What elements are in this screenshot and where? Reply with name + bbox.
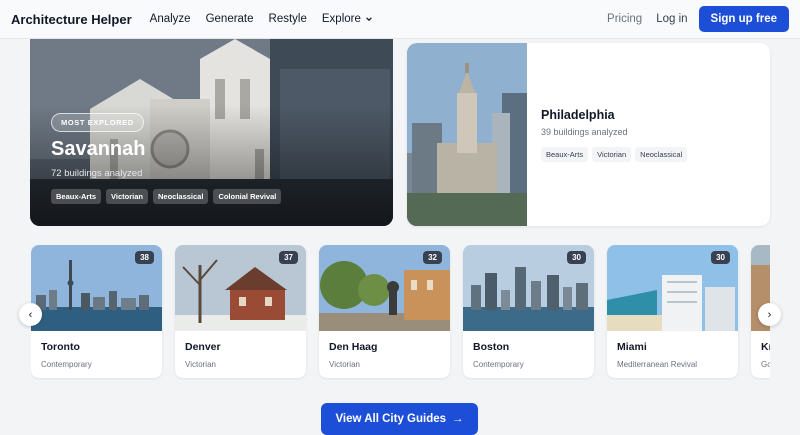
nav-analyze[interactable]: Analyze xyxy=(150,13,191,25)
brand-logo[interactable]: Architecture Helper xyxy=(11,12,132,27)
featured-title: Savannah xyxy=(51,138,146,160)
view-all-label: View All City Guides xyxy=(335,413,447,425)
city-name: Boston xyxy=(473,341,510,353)
nav-right: Pricing Log in Sign up free xyxy=(607,6,789,32)
city-style: Contemporary xyxy=(473,360,524,369)
nav-explore-label: Explore xyxy=(321,13,361,25)
secondary-tags: Beaux-Arts Victorian Neoclassical xyxy=(541,147,688,162)
building-count-badge: 30 xyxy=(711,251,730,264)
philadelphia-city-hall-image xyxy=(407,43,527,226)
nav-explore[interactable]: Explore xyxy=(322,13,373,25)
view-all-city-guides-button[interactable]: View All City Guides → xyxy=(321,403,478,435)
city-card-boston[interactable]: 30 Boston Contemporary xyxy=(463,245,594,378)
style-tag: Colonial Revival xyxy=(213,189,282,204)
chevron-left-icon: ‹ xyxy=(28,308,33,321)
style-tag: Victorian xyxy=(592,147,632,162)
style-tag: Neoclassical xyxy=(152,189,209,204)
city-card-toronto[interactable]: 38 Toronto Contemporary xyxy=(31,245,162,378)
style-tag: Beaux-Arts xyxy=(541,147,589,162)
city-style: Go xyxy=(761,360,770,369)
top-nav: Architecture Helper Analyze Generate Res… xyxy=(0,0,800,39)
building-count-badge: 30 xyxy=(567,251,586,264)
building-count-badge: 37 xyxy=(279,251,298,264)
style-tag: Victorian xyxy=(106,189,148,204)
most-explored-badge: MOST EXPLORED xyxy=(51,113,144,132)
city-name: Den Haag xyxy=(329,341,378,353)
city-style: Contemporary xyxy=(41,360,92,369)
building-count-badge: 32 xyxy=(423,251,442,264)
nav-login[interactable]: Log in xyxy=(656,13,687,25)
city-name: Denver xyxy=(185,341,221,353)
nav-generate[interactable]: Generate xyxy=(206,13,254,25)
secondary-title: Philadelphia xyxy=(541,108,615,122)
city-card-denver[interactable]: 37 Denver Victorian xyxy=(175,245,306,378)
city-card-miami[interactable]: 30 Miami Mediterranean Revival xyxy=(607,245,738,378)
city-card-den-haag[interactable]: 32 Den Haag Victorian xyxy=(319,245,450,378)
featured-tags: Beaux-Arts Victorian Neoclassical Coloni… xyxy=(51,189,282,204)
carousel-next-button[interactable]: › xyxy=(758,303,781,326)
carousel-prev-button[interactable]: ‹ xyxy=(19,303,42,326)
city-style: Mediterranean Revival xyxy=(617,360,698,369)
signup-button[interactable]: Sign up free xyxy=(698,6,789,32)
style-tag: Neoclassical xyxy=(635,147,688,162)
featured-subtitle: 72 buildings analyzed xyxy=(51,168,143,179)
building-count-badge: 38 xyxy=(135,251,154,264)
nav-pricing[interactable]: Pricing xyxy=(607,13,642,25)
secondary-city-card[interactable]: Philadelphia 39 buildings analyzed Beaux… xyxy=(407,43,770,226)
arrow-right-icon: → xyxy=(452,413,464,425)
city-style: Victorian xyxy=(185,360,216,369)
city-name: Toronto xyxy=(41,341,80,353)
chevron-down-icon xyxy=(366,17,372,22)
city-carousel: 38 Toronto Contemporary 37 Denver Victor… xyxy=(31,245,770,380)
nav-restyle[interactable]: Restyle xyxy=(269,13,307,25)
style-tag: Beaux-Arts xyxy=(51,189,102,204)
secondary-subtitle: 39 buildings analyzed xyxy=(541,127,628,137)
city-style: Victorian xyxy=(329,360,360,369)
featured-city-card[interactable]: MOST EXPLORED Savannah 72 buildings anal… xyxy=(30,39,393,226)
chevron-right-icon: › xyxy=(767,308,772,321)
city-name: Kr xyxy=(761,341,770,353)
city-name: Miami xyxy=(617,341,647,353)
